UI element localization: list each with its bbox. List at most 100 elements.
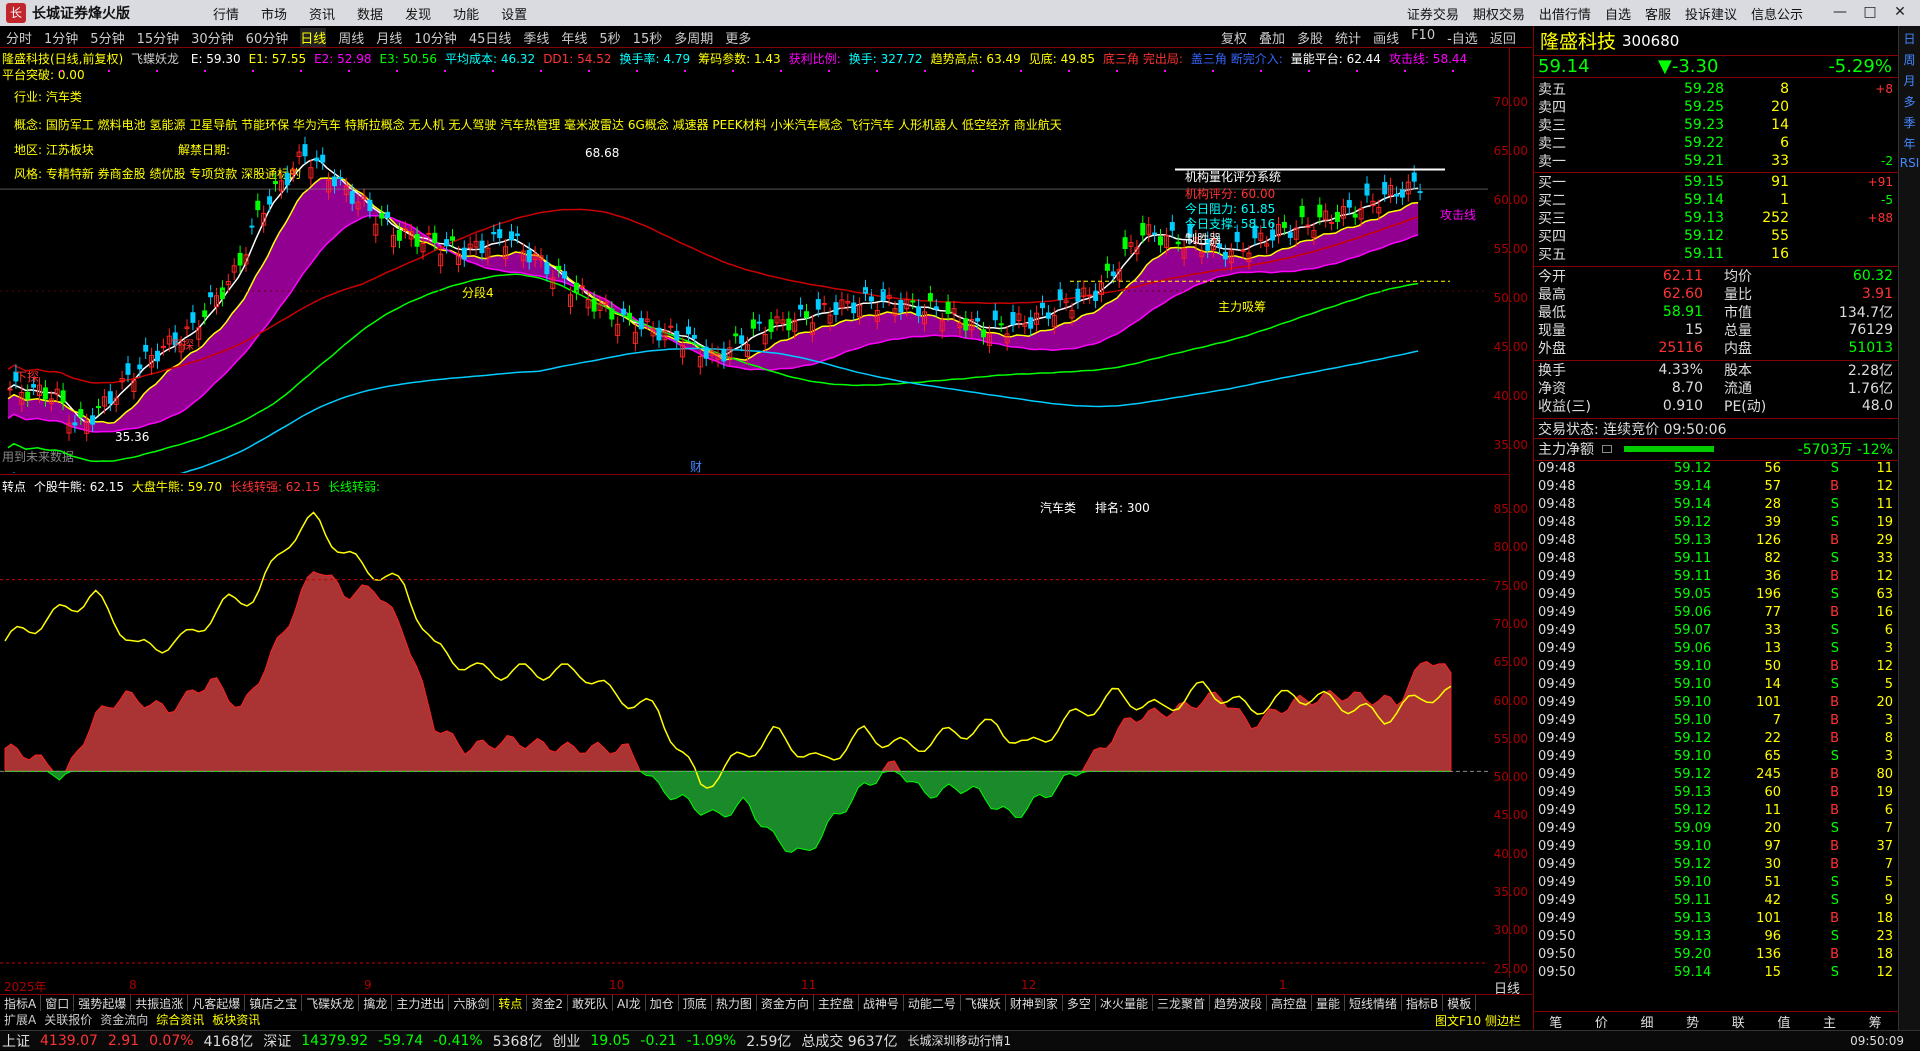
f10-sidebar-link[interactable]: 图文F10 侧边栏 xyxy=(1435,1012,1521,1029)
quote-tab-1[interactable]: 价 xyxy=(1579,1012,1625,1031)
ext-tab-0[interactable]: 扩展A xyxy=(0,1011,40,1028)
top-link-4[interactable]: 客服 xyxy=(1645,4,1671,23)
ind-tab-1[interactable]: 窗口 xyxy=(41,995,75,1011)
period-13[interactable]: 5秒 xyxy=(599,28,620,47)
ind-tab-27[interactable]: 高控盘 xyxy=(1267,995,1312,1011)
ind-tab-24[interactable]: 冰火量能 xyxy=(1096,995,1153,1011)
network-label[interactable]: 长城深圳移动行情1 xyxy=(907,1032,1011,1049)
ind-tab-0[interactable]: 指标A xyxy=(0,995,42,1011)
ind-tab-11[interactable]: 资金2 xyxy=(527,995,569,1011)
period-11[interactable]: 季线 xyxy=(523,28,549,47)
top-link-1[interactable]: 期权交易 xyxy=(1473,4,1525,23)
tool-1[interactable]: 叠加 xyxy=(1259,28,1285,48)
ind-tab-8[interactable]: 主力进出 xyxy=(392,995,450,1011)
top-link-3[interactable]: 自选 xyxy=(1605,4,1631,23)
ind-tab-4[interactable]: 凡客起爆 xyxy=(188,995,246,1011)
ind-tab-29[interactable]: 短线情绪 xyxy=(1345,995,1403,1011)
book-row[interactable]: 买二 59.14 1 -5 xyxy=(1534,191,1899,209)
period-4[interactable]: 30分钟 xyxy=(191,28,234,47)
period-3[interactable]: 15分钟 xyxy=(137,28,180,47)
sidebar-item-2[interactable]: 月 xyxy=(1899,72,1920,89)
sidebar-item-3[interactable]: 多 xyxy=(1899,93,1920,110)
tool-5[interactable]: F10 xyxy=(1411,28,1435,48)
menu-3[interactable]: 数据 xyxy=(357,8,383,23)
book-row[interactable]: 买一 59.15 91 +91 xyxy=(1534,173,1899,191)
ind-tab-12[interactable]: 敢死队 xyxy=(568,995,614,1011)
menu-2[interactable]: 资讯 xyxy=(309,8,335,23)
ind-tab-2[interactable]: 强势起爆 xyxy=(74,995,132,1011)
ind-tab-6[interactable]: 飞碟妖龙 xyxy=(302,995,360,1011)
quote-tab-7[interactable]: 筹 xyxy=(1852,1012,1898,1031)
top-link-0[interactable]: 证券交易 xyxy=(1407,4,1459,23)
menu-6[interactable]: 设置 xyxy=(501,8,527,23)
ind-tab-5[interactable]: 镇店之宝 xyxy=(245,995,303,1011)
top-link-5[interactable]: 投诉建议 xyxy=(1685,4,1737,23)
ind-tab-26[interactable]: 趋势波段 xyxy=(1210,995,1267,1011)
ind-tab-18[interactable]: 主控盘 xyxy=(814,995,859,1011)
period-2[interactable]: 5分钟 xyxy=(90,28,124,47)
book-row[interactable]: 卖二 59.22 6 xyxy=(1534,134,1899,152)
tool-2[interactable]: 多股 xyxy=(1297,28,1323,48)
ind-tab-13[interactable]: AI龙 xyxy=(613,995,646,1011)
sidebar-item-0[interactable]: 日 xyxy=(1899,30,1920,47)
ind-tab-23[interactable]: 多空 xyxy=(1063,995,1096,1011)
ind-tab-3[interactable]: 共振追涨 xyxy=(131,995,189,1011)
tool-7[interactable]: 返回 xyxy=(1490,28,1516,48)
ind-tab-20[interactable]: 动能二号 xyxy=(904,995,961,1011)
period-1[interactable]: 1分钟 xyxy=(44,28,78,47)
period-0[interactable]: 分时 xyxy=(6,28,32,47)
ind-tab-21[interactable]: 飞碟妖 xyxy=(961,995,1006,1011)
book-row[interactable]: 卖四 59.25 20 xyxy=(1534,98,1899,116)
period-14[interactable]: 15秒 xyxy=(633,28,663,47)
ind-tab-16[interactable]: 热力图 xyxy=(712,995,757,1011)
quote-tab-2[interactable]: 细 xyxy=(1624,1012,1670,1031)
maximize-icon[interactable]: □ xyxy=(1860,4,1880,22)
ind-tab-15[interactable]: 顶底 xyxy=(679,995,712,1011)
quote-tab-4[interactable]: 联 xyxy=(1716,1012,1762,1031)
tick-list[interactable]: 09:48 59.12 56 S 11 09:48 59.14 57 B 12 09:48 59.14… xyxy=(1534,460,1899,983)
ind-tab-25[interactable]: 三龙聚首 xyxy=(1153,995,1210,1011)
ext-tab-4[interactable]: 板块资讯 xyxy=(208,1011,264,1028)
ind-tab-30[interactable]: 指标B xyxy=(1402,995,1444,1011)
kline-panel[interactable]: 隆盛科技(日线,前复权) 飞蝶妖龙 E: 59.30 E1: 57.55 E2: 5… xyxy=(0,48,1510,474)
ind-tab-7[interactable]: 擒龙 xyxy=(359,995,393,1011)
period-10[interactable]: 45日线 xyxy=(469,28,512,47)
ind-tab-9[interactable]: 六脉剑 xyxy=(449,995,495,1011)
menu-5[interactable]: 功能 xyxy=(453,8,479,23)
ind-tab-22[interactable]: 财神到家 xyxy=(1006,995,1063,1011)
menu-1[interactable]: 市场 xyxy=(261,8,287,23)
period-16[interactable]: 更多 xyxy=(725,28,751,47)
close-icon[interactable]: ✕ xyxy=(1890,4,1910,22)
top-link-6[interactable]: 信息公示 xyxy=(1751,4,1803,23)
tool-6[interactable]: -自选 xyxy=(1447,28,1478,48)
quote-tab-6[interactable]: 主 xyxy=(1807,1012,1853,1031)
ind-tab-28[interactable]: 量能 xyxy=(1312,995,1346,1011)
period-8[interactable]: 月线 xyxy=(376,28,402,47)
menu-4[interactable]: 发现 xyxy=(405,8,431,23)
ind-tab-17[interactable]: 资金方向 xyxy=(757,995,814,1011)
ind-tab-14[interactable]: 加仓 xyxy=(646,995,679,1011)
book-row[interactable]: 卖一 59.21 33 -2 xyxy=(1534,152,1899,170)
quote-tab-5[interactable]: 值 xyxy=(1761,1012,1807,1031)
period-12[interactable]: 年线 xyxy=(561,28,587,47)
book-row[interactable]: 买五 59.11 16 xyxy=(1534,245,1899,263)
top-link-2[interactable]: 出借行情 xyxy=(1539,4,1591,23)
sidebar-item-5[interactable]: 年 xyxy=(1899,135,1920,152)
period-15[interactable]: 多周期 xyxy=(674,28,713,47)
ext-tab-3[interactable]: 综合资讯 xyxy=(152,1011,208,1028)
book-row[interactable]: 买四 59.12 55 xyxy=(1534,227,1899,245)
ind-tab-10[interactable]: 转点 xyxy=(494,995,528,1011)
quote-tab-3[interactable]: 势 xyxy=(1670,1012,1716,1031)
ext-tab-1[interactable]: 关联报价 xyxy=(40,1011,96,1028)
book-row[interactable]: 卖三 59.23 14 xyxy=(1534,116,1899,134)
book-row[interactable]: 买三 59.13 252 +88 xyxy=(1534,209,1899,227)
period-5[interactable]: 60分钟 xyxy=(246,28,289,47)
period-7[interactable]: 周线 xyxy=(338,28,364,47)
sidebar-item-6[interactable]: RSI xyxy=(1899,156,1920,170)
period-6[interactable]: 日线 xyxy=(300,28,327,47)
sidebar-item-1[interactable]: 周 xyxy=(1899,51,1920,68)
period-9[interactable]: 10分钟 xyxy=(414,28,457,47)
menu-0[interactable]: 行情 xyxy=(213,8,239,23)
tool-4[interactable]: 画线 xyxy=(1373,28,1399,48)
tool-3[interactable]: 统计 xyxy=(1335,28,1361,48)
